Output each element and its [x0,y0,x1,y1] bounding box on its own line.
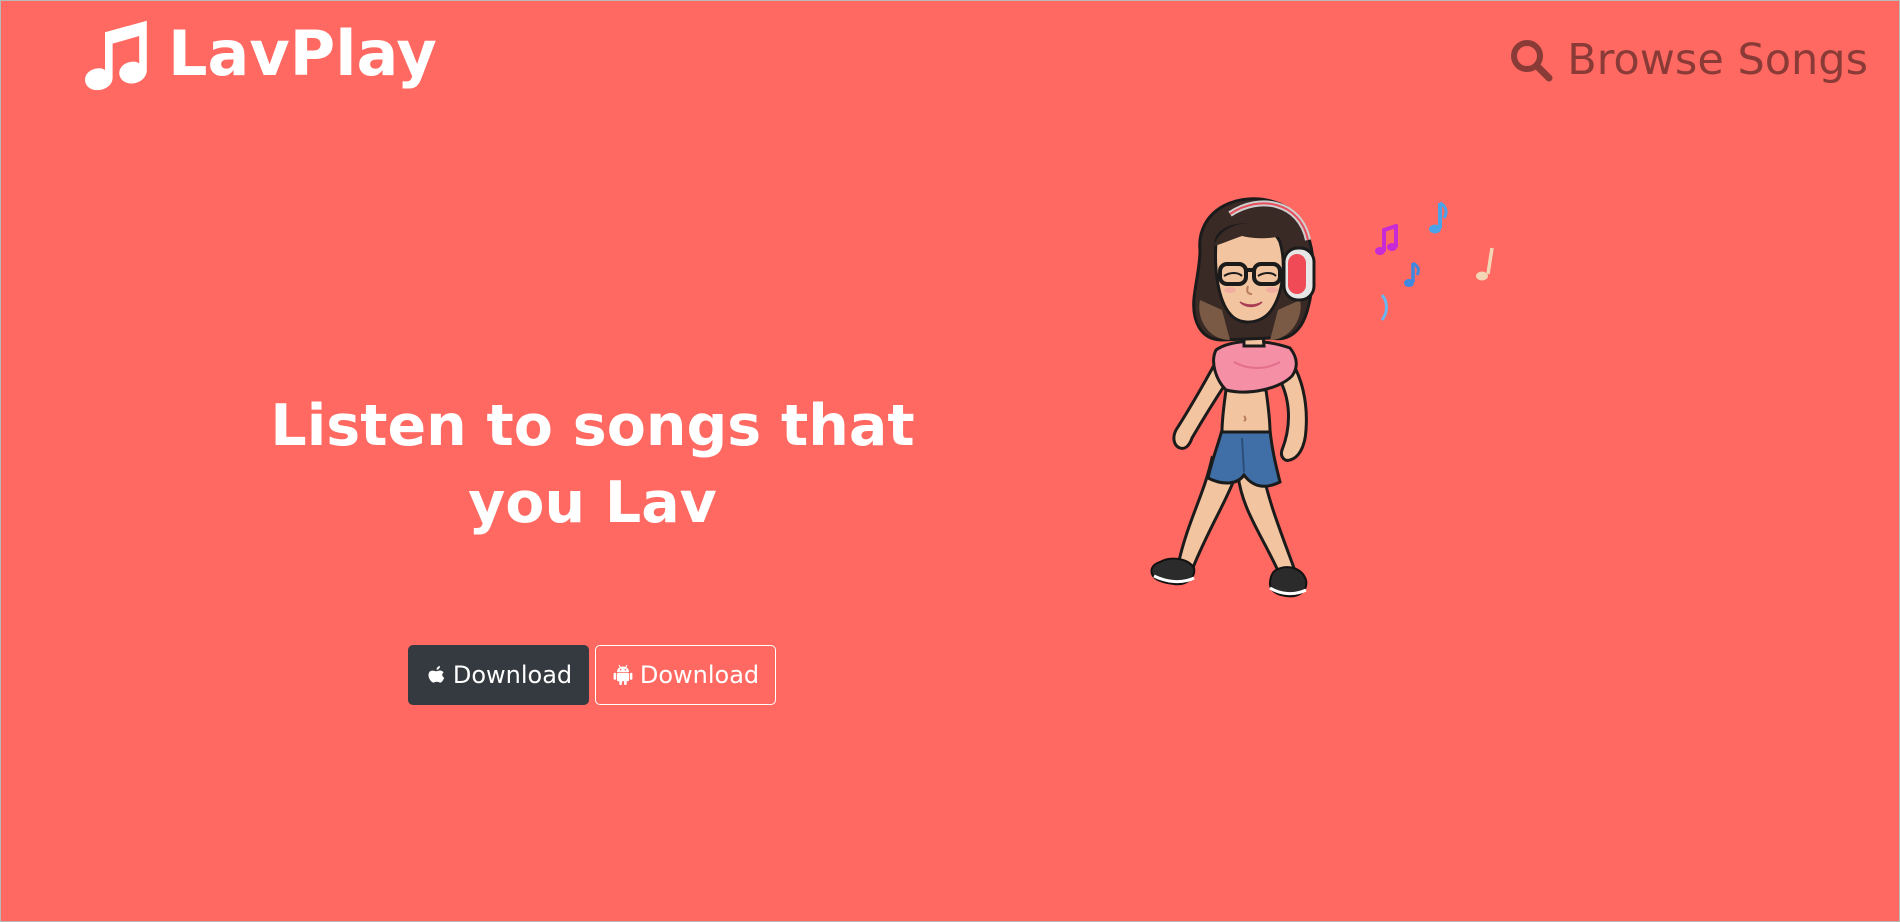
android-download-button[interactable]: Download [595,645,776,705]
android-icon [613,664,633,685]
torso [1220,388,1272,434]
apple-icon [428,666,445,683]
ios-download-button[interactable]: Download [408,645,589,705]
browse-songs-link[interactable]: Browse Songs [1509,30,1868,90]
search-icon [1511,40,1553,82]
browse-songs-label: Browse Songs [1567,34,1868,85]
android-download-label: Download [639,661,760,689]
hero-headline: Listen to songs that you Lav [270,393,915,536]
dancing-girl-illustration [1150,197,1494,598]
brand-name: LavPlay [168,17,437,90]
brand-link[interactable]: LavPlay [84,14,437,94]
music-note-icon [85,20,147,91]
download-buttons: Download Download [408,645,776,705]
ios-download-label: Download [452,661,573,689]
